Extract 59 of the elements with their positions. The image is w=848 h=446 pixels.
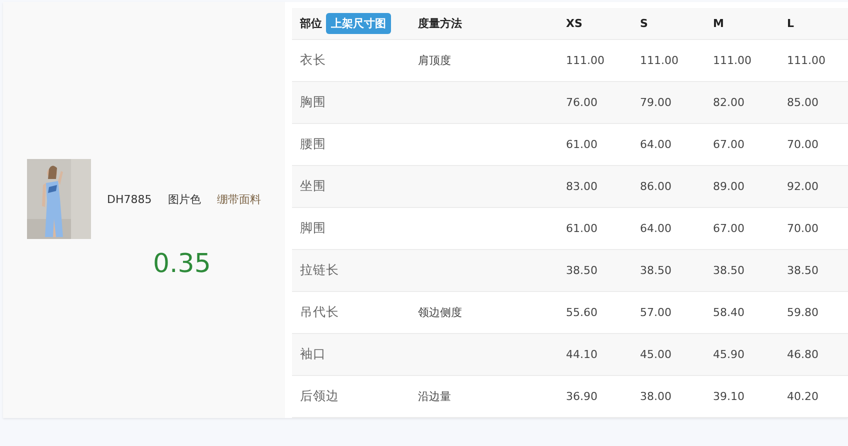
table-cell-text: 92.00 <box>786 180 820 193</box>
table-cell-text: 44.10 <box>565 348 598 361</box>
column-header: M <box>712 17 725 30</box>
table-cell-text: 40.20 <box>786 390 820 403</box>
column-header: S <box>639 17 649 30</box>
table-cell-text: 59.80 <box>786 306 820 319</box>
table-cell-text: 38.50 <box>786 264 820 277</box>
table-cell-text: 袖口 <box>299 346 327 363</box>
table-cell-text: 67.00 <box>712 222 746 235</box>
table-cell-text: 79.00 <box>639 96 672 109</box>
table-cell-text: 45.00 <box>639 348 672 361</box>
table-cell-text: 70.00 <box>786 138 820 151</box>
column-header: 部位 <box>300 16 322 31</box>
table-cell-text: 拉链长 <box>299 262 340 279</box>
table-cell-text: 38.50 <box>639 264 672 277</box>
table-cell-text: 领边侧度 <box>417 305 463 320</box>
price: 0.35 <box>153 249 212 279</box>
table-cell-text: 55.60 <box>565 306 598 319</box>
table-cell-text: 61.00 <box>565 138 598 151</box>
product-color: 图片色 <box>168 192 201 206</box>
table-cell-text: 36.90 <box>565 390 598 403</box>
table-cell-text: 70.00 <box>786 222 820 235</box>
table-cell-text: 58.40 <box>712 306 746 319</box>
table-cell-text: 57.00 <box>639 306 672 319</box>
table-cell-text: 38.50 <box>712 264 746 277</box>
table-cell-text: 61.00 <box>565 222 598 235</box>
table-cell-text: 吊代长 <box>299 304 340 321</box>
table-cell-text: 76.00 <box>565 96 598 109</box>
table-cell-text: 89.00 <box>712 180 746 193</box>
table-cell-text: 111.00 <box>786 54 826 67</box>
table-cell-text: 肩顶度 <box>417 53 452 68</box>
table-cell-text: 38.00 <box>639 390 672 403</box>
table-cell-text: 腰围 <box>299 136 327 153</box>
table-cell-text: 46.80 <box>786 348 820 361</box>
table-cell-text: 脚围 <box>299 220 327 237</box>
column-header: 度量方法 <box>417 16 463 31</box>
fabric-label: 绷带面料 <box>216 192 261 206</box>
table-cell-text: 胸围 <box>299 94 327 111</box>
table-cell-text: 67.00 <box>712 138 746 151</box>
table-cell-text: 111.00 <box>639 54 680 67</box>
upload-size-chart-button[interactable]: 上架尺寸图 <box>326 13 391 34</box>
table-cell-text: 111.00 <box>712 54 752 67</box>
table-cell-text: 39.10 <box>712 390 746 403</box>
table-cell-text: 85.00 <box>786 96 820 109</box>
table-cell-text: 64.00 <box>639 222 672 235</box>
table-cell-text: 沿边量 <box>417 389 452 404</box>
table-cell-text: 64.00 <box>639 138 672 151</box>
table-cell-text: 111.00 <box>565 54 606 67</box>
table-cell-text: 后领边 <box>299 388 340 405</box>
table-cell-text: 衣长 <box>299 52 327 69</box>
table-cell-text: 坐围 <box>299 178 327 195</box>
table-cell-text: 83.00 <box>565 180 598 193</box>
product-code: DH7885 <box>107 192 152 206</box>
column-header: XS <box>565 17 584 30</box>
table-cell-text: 86.00 <box>639 180 672 193</box>
table-cell-text: 38.50 <box>565 264 598 277</box>
table-cell-text: 45.90 <box>712 348 746 361</box>
column-header: L <box>786 17 796 30</box>
table-cell-text: 82.00 <box>712 96 746 109</box>
